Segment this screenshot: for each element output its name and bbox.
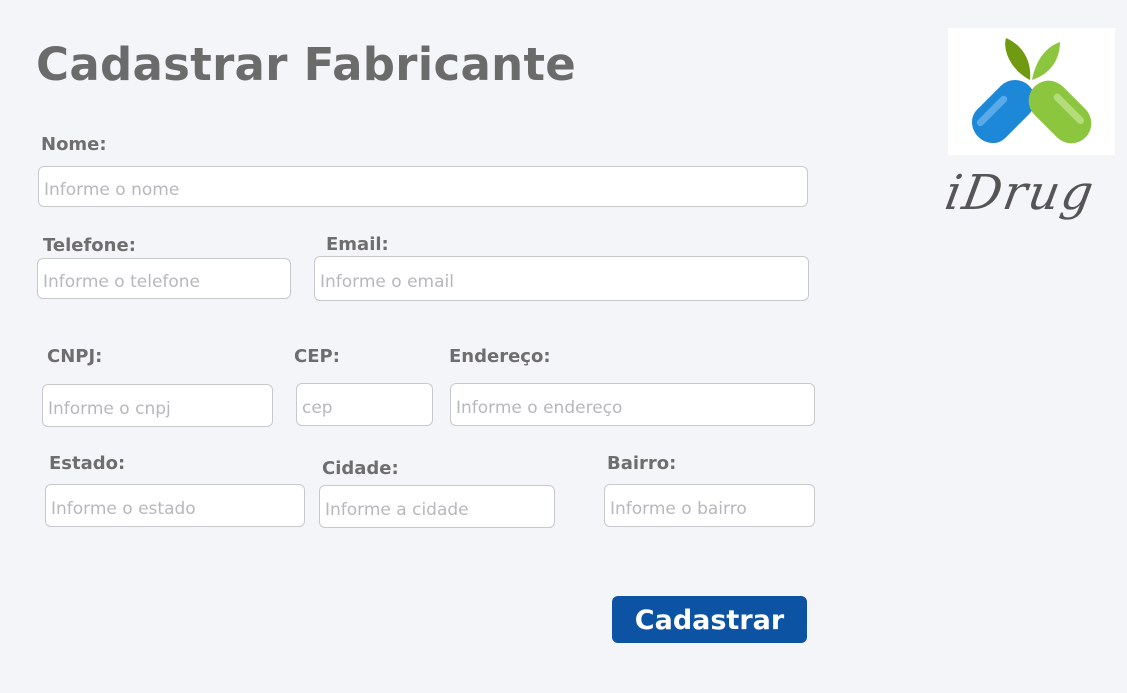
telefone-label: Telefone: [43,235,136,256]
nome-input[interactable] [38,166,808,207]
cadastrar-button[interactable]: Cadastrar [612,596,807,643]
bairro-input[interactable] [604,484,815,527]
endereco-input[interactable] [450,383,815,426]
estado-label: Estado: [49,453,126,474]
email-label: Email: [326,234,389,255]
estado-input[interactable] [45,484,305,527]
brand-name: iDrug [941,165,1100,221]
cidade-input[interactable] [319,485,555,528]
bairro-label: Bairro: [607,453,677,474]
cep-label: CEP: [294,346,340,367]
cidade-label: Cidade: [322,458,399,479]
cnpj-label: CNPJ: [47,346,103,367]
email-input[interactable] [314,256,809,301]
page-title: Cadastrar Fabricante [36,38,577,91]
endereco-label: Endereço: [449,346,551,367]
cnpj-input[interactable] [42,384,273,427]
brand-logo [948,28,1115,155]
capsule-leaves-icon [971,38,1092,144]
telefone-input[interactable] [37,258,291,299]
cep-input[interactable] [296,383,433,426]
nome-label: Nome: [41,134,107,155]
